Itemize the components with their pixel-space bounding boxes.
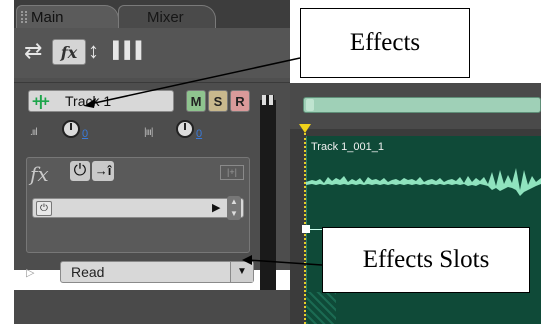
level-bars-icon[interactable]: ▌▌▌ (113, 40, 147, 62)
playhead-marker-icon[interactable] (299, 124, 311, 133)
power-icon: ⏻ (73, 162, 87, 179)
volume-value[interactable]: 0 (82, 128, 88, 140)
timeline-scrollbar[interactable] (303, 97, 541, 113)
mute-button[interactable]: M (186, 90, 206, 112)
automation-mode-select[interactable]: Read (60, 261, 254, 283)
pan-icon: |ııı| (144, 127, 153, 138)
clip-fade-hatch (306, 292, 336, 324)
volume-icon: .ııl (30, 127, 38, 138)
chevron-down-icon[interactable]: ▼ (230, 262, 253, 282)
waveform (306, 168, 541, 196)
pan-value[interactable]: 0 (196, 128, 202, 140)
fx-rack-icon: fx (30, 162, 49, 186)
callout-effects-text: Effects (349, 29, 421, 56)
pan-knob[interactable] (176, 120, 194, 138)
tab-mixer[interactable]: Mixer (118, 5, 216, 28)
volume-knob[interactable] (62, 120, 80, 138)
fx-button[interactable]: fx (52, 39, 86, 65)
tab-main[interactable]: Main (16, 5, 119, 28)
callout-effects: Effects (300, 8, 470, 78)
envelope-point[interactable] (302, 225, 310, 233)
automation-mode-value: Read (71, 264, 105, 280)
level-meter (260, 100, 276, 319)
fx-icon: fx (60, 42, 78, 62)
fx-insert-button[interactable]: →î (92, 161, 114, 181)
slot-menu-arrow-icon[interactable]: ▶ (212, 201, 220, 214)
record-label: R (235, 93, 245, 109)
insert-icon: →î (94, 163, 112, 178)
meter-peak-indicator (262, 95, 274, 105)
grip-icon[interactable] (21, 11, 27, 23)
slot-power-icon: ⏻ (40, 203, 48, 214)
expand-triangle-icon[interactable]: ▷ (26, 266, 34, 279)
solo-button[interactable]: S (208, 90, 228, 112)
track-name: Track 1 (65, 93, 112, 109)
mute-label: M (190, 93, 202, 109)
swap-arrows-icon[interactable]: ⇄ (24, 40, 42, 62)
callout-effects-slots-text: Effects Slots (362, 246, 490, 273)
record-button[interactable]: R (230, 90, 250, 112)
solo-label: S (213, 93, 223, 109)
waveform-track-icon: +|+ (32, 93, 50, 110)
fx-power-button[interactable]: ⏻ (70, 161, 90, 181)
tab-mixer-label: Mixer (147, 8, 184, 26)
callout-effects-slots: Effects Slots (322, 227, 530, 293)
updown-arrows-icon[interactable]: ↕ (88, 40, 99, 62)
tab-main-label: Main (31, 8, 64, 26)
slot-scroll-buttons[interactable]: ▲ ▼ (227, 196, 241, 220)
fx-routing-icon[interactable]: |+| (220, 165, 244, 180)
slot-power-button[interactable]: ⏻ (36, 201, 52, 216)
track-name-field[interactable]: Track 1 (28, 90, 174, 112)
scrollbar-handle[interactable] (306, 99, 314, 111)
strip-bottom (14, 290, 290, 324)
